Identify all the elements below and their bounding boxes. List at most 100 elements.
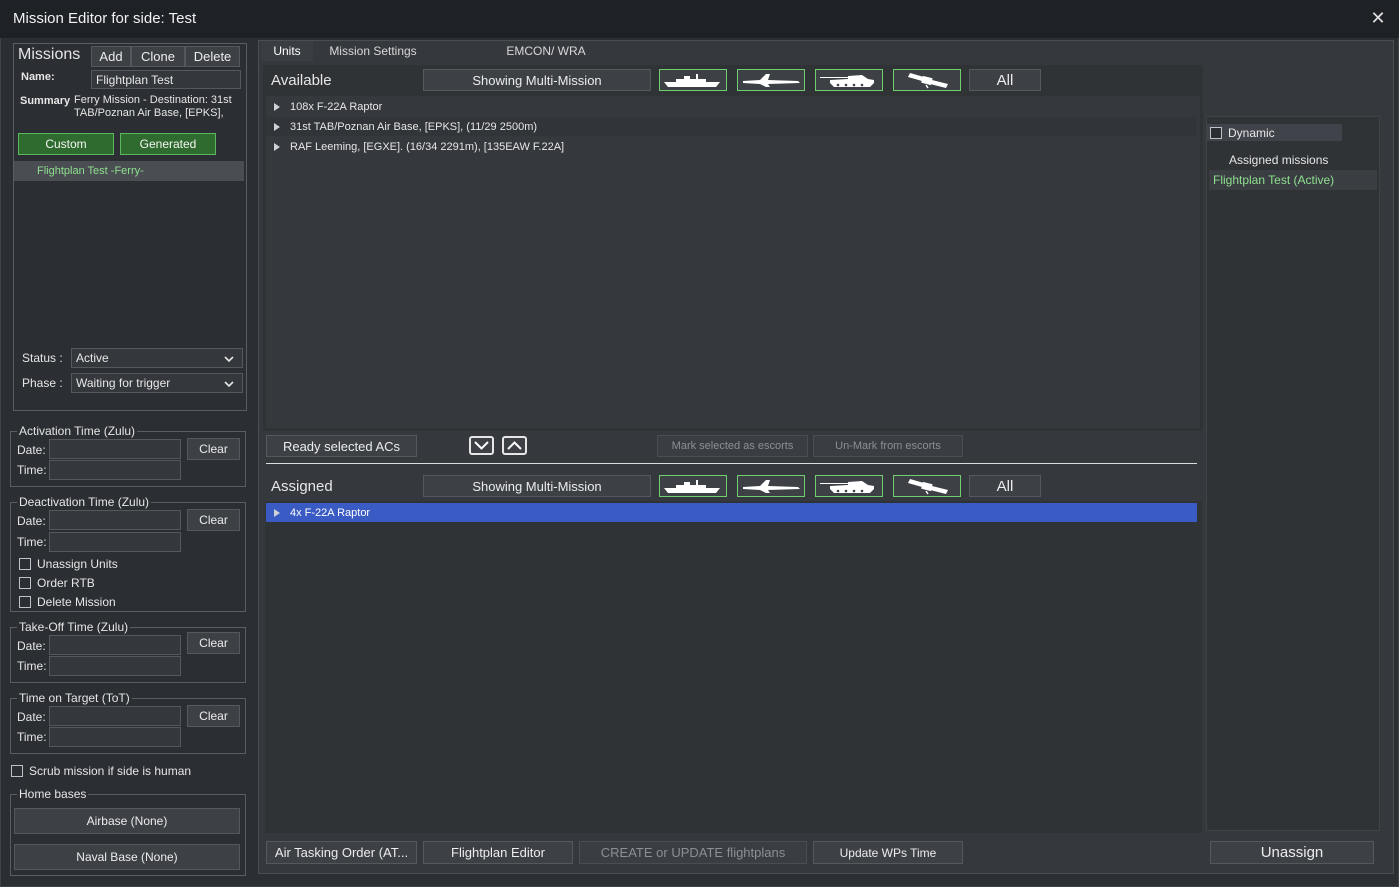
unassign-units-label: Unassign Units bbox=[37, 557, 118, 571]
assigned-missions-panel bbox=[1206, 116, 1380, 831]
scrub-mission-label: Scrub mission if side is human bbox=[29, 764, 192, 778]
activation-time-label: Time: bbox=[17, 463, 47, 477]
delete-mission-checkbox[interactable] bbox=[19, 596, 31, 608]
triangle-right-icon[interactable] bbox=[274, 103, 280, 111]
section-divider bbox=[266, 463, 1197, 464]
ground-filter-button[interactable] bbox=[815, 475, 883, 497]
chevron-down-icon bbox=[224, 381, 234, 388]
missions-label: Missions bbox=[18, 46, 81, 63]
triangle-right-icon[interactable] bbox=[274, 143, 280, 151]
tab-emcon-wra[interactable]: EMCON/ WRA bbox=[495, 41, 597, 61]
triangle-right-icon[interactable] bbox=[274, 123, 280, 131]
ship-filter-button[interactable] bbox=[659, 69, 727, 91]
unassign-button[interactable]: Unassign bbox=[1210, 841, 1374, 864]
add-mission-button[interactable]: Add bbox=[91, 46, 131, 67]
tank-icon bbox=[820, 75, 874, 87]
order-rtb-label: Order RTB bbox=[37, 576, 95, 590]
naval-base-button[interactable]: Naval Base (None) bbox=[14, 844, 240, 870]
tot-time-label: Time: bbox=[17, 730, 47, 744]
airbase-button[interactable]: Airbase (None) bbox=[14, 808, 240, 834]
takeoff-clear-button[interactable]: Clear bbox=[187, 632, 240, 654]
chevron-down-icon bbox=[474, 441, 489, 450]
unmark-escorts-button[interactable]: Un-Mark from escorts bbox=[813, 435, 963, 457]
dynamic-label: Dynamic bbox=[1228, 126, 1275, 140]
ato-button[interactable]: Air Tasking Order (AT... bbox=[266, 841, 417, 864]
takeoff-date-label: Date: bbox=[17, 639, 46, 653]
available-filter-button[interactable]: Showing Multi-Mission bbox=[423, 69, 651, 91]
aircraft-icon bbox=[743, 480, 800, 493]
deactivation-clear-button[interactable]: Clear bbox=[187, 509, 240, 531]
activation-time-title: Activation Time (Zulu) bbox=[17, 424, 138, 438]
satellite-filter-button[interactable] bbox=[893, 475, 961, 497]
custom-button[interactable]: Custom bbox=[18, 133, 114, 155]
assigned-list bbox=[265, 501, 1202, 833]
available-row[interactable] bbox=[266, 97, 1196, 116]
clone-mission-button[interactable]: Clone bbox=[131, 46, 185, 67]
tot-clear-button[interactable]: Clear bbox=[187, 705, 240, 727]
phase-select[interactable]: Waiting for trigger bbox=[71, 373, 243, 393]
status-select[interactable]: Active bbox=[71, 348, 243, 368]
satellite-filter-button[interactable] bbox=[893, 69, 961, 91]
scrub-mission-checkbox[interactable] bbox=[11, 765, 23, 777]
tank-icon bbox=[820, 481, 874, 493]
available-row-label: 31st TAB/Poznan Air Base, [EPKS], (11/29… bbox=[290, 121, 538, 133]
assigned-row[interactable] bbox=[266, 503, 1197, 522]
deactivation-time-label: Time: bbox=[17, 535, 47, 549]
mission-list-item-label: Flightplan Test -Ferry- bbox=[37, 165, 144, 177]
available-all-button[interactable]: All bbox=[969, 69, 1041, 91]
tab-units[interactable]: Units bbox=[261, 41, 313, 61]
tot-time-input[interactable] bbox=[49, 727, 181, 747]
activation-clear-button[interactable]: Clear bbox=[187, 438, 240, 460]
close-icon[interactable]: ✕ bbox=[1366, 8, 1390, 30]
generated-button[interactable]: Generated bbox=[120, 133, 216, 155]
ready-selected-button[interactable]: Ready selected ACs bbox=[266, 435, 417, 457]
triangle-right-icon[interactable] bbox=[274, 509, 280, 517]
order-rtb-checkbox[interactable] bbox=[19, 577, 31, 589]
unassign-units-checkbox[interactable] bbox=[19, 558, 31, 570]
tot-date-label: Date: bbox=[17, 710, 46, 724]
phase-label: Phase : bbox=[22, 376, 63, 390]
deactivation-time-title: Deactivation Time (Zulu) bbox=[17, 495, 152, 509]
deactivation-time-input[interactable] bbox=[49, 532, 181, 552]
takeoff-date-input[interactable] bbox=[49, 635, 181, 655]
delete-mission-label: Delete Mission bbox=[37, 595, 116, 609]
dynamic-checkbox[interactable] bbox=[1210, 127, 1222, 139]
satellite-icon bbox=[908, 479, 948, 495]
ship-icon bbox=[664, 74, 720, 87]
move-up-button[interactable] bbox=[502, 436, 527, 455]
tab-mission-settings[interactable]: Mission Settings bbox=[318, 41, 428, 61]
ship-filter-button[interactable] bbox=[659, 475, 727, 497]
assigned-row-label: 4x F-22A Raptor bbox=[290, 507, 371, 519]
phase-value: Waiting for trigger bbox=[76, 376, 171, 390]
assigned-all-button[interactable]: All bbox=[969, 475, 1041, 497]
mission-name-input[interactable]: Flightplan Test bbox=[91, 70, 241, 89]
deactivation-date-input[interactable] bbox=[49, 510, 181, 530]
update-wps-time-button[interactable]: Update WPs Time bbox=[813, 841, 963, 864]
title-bar bbox=[0, 0, 1399, 38]
assigned-filter-button[interactable]: Showing Multi-Mission bbox=[423, 475, 651, 497]
deactivation-date-label: Date: bbox=[17, 514, 46, 528]
aircraft-filter-button[interactable] bbox=[737, 69, 805, 91]
flightplan-editor-button[interactable]: Flightplan Editor bbox=[423, 841, 573, 864]
create-update-flightplans-button[interactable]: CREATE or UPDATE flightplans bbox=[579, 841, 807, 864]
takeoff-time-input[interactable] bbox=[49, 656, 181, 676]
aircraft-filter-button[interactable] bbox=[737, 475, 805, 497]
ship-icon bbox=[664, 480, 720, 493]
ground-filter-button[interactable] bbox=[815, 69, 883, 91]
move-down-button[interactable] bbox=[469, 436, 494, 455]
takeoff-time-label: Time: bbox=[17, 659, 47, 673]
home-bases-title: Home bases bbox=[17, 787, 89, 801]
assigned-mission-item-label: Flightplan Test (Active) bbox=[1213, 173, 1335, 187]
status-label: Status : bbox=[22, 351, 63, 365]
activation-time-input[interactable] bbox=[49, 460, 181, 480]
summary-label: Summary bbox=[20, 95, 71, 107]
delete-mission-button[interactable]: Delete bbox=[185, 46, 240, 67]
mark-escorts-button[interactable]: Mark selected as escorts bbox=[657, 435, 808, 457]
assigned-label: Assigned bbox=[271, 478, 333, 495]
activation-date-input[interactable] bbox=[49, 439, 181, 459]
chevron-up-icon bbox=[507, 441, 522, 450]
tot-date-input[interactable] bbox=[49, 706, 181, 726]
summary-line-1: Ferry Mission - Destination: 31st bbox=[74, 94, 232, 106]
satellite-icon bbox=[908, 73, 948, 89]
available-label: Available bbox=[271, 72, 332, 89]
